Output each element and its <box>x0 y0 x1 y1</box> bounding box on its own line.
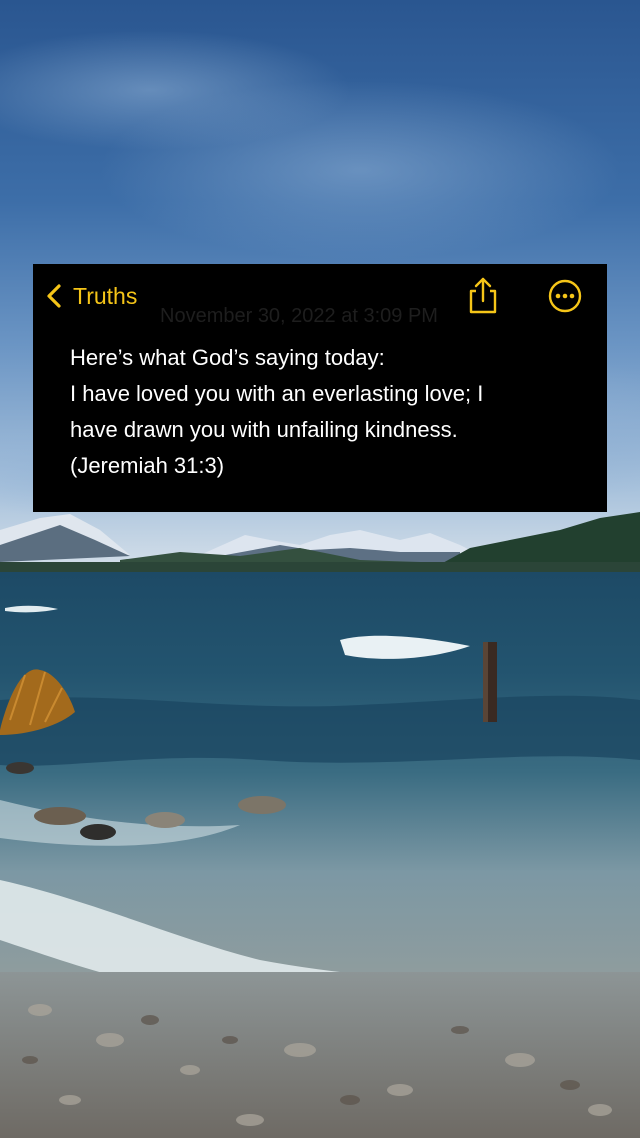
note-line: have drawn you with unfailing kindness. <box>70 417 458 442</box>
chevron-left-icon <box>47 284 61 308</box>
ellipsis-circle-icon[interactable] <box>547 278 583 314</box>
note-card: Truths November 30, 2022 at 3:09 PM Here… <box>33 264 607 512</box>
back-button[interactable]: Truths <box>43 278 137 314</box>
background-photo <box>0 0 640 1138</box>
note-line: Here’s what God’s saying today: <box>70 345 385 370</box>
note-line: I have loved you with an everlasting lov… <box>70 381 484 406</box>
back-label: Truths <box>73 283 138 309</box>
share-icon[interactable] <box>465 276 501 316</box>
note-body[interactable]: Here’s what God’s saying today: I have l… <box>70 340 590 484</box>
note-timestamp: November 30, 2022 at 3:09 PM <box>160 305 438 327</box>
note-line: (Jeremiah 31:3) <box>70 453 225 478</box>
